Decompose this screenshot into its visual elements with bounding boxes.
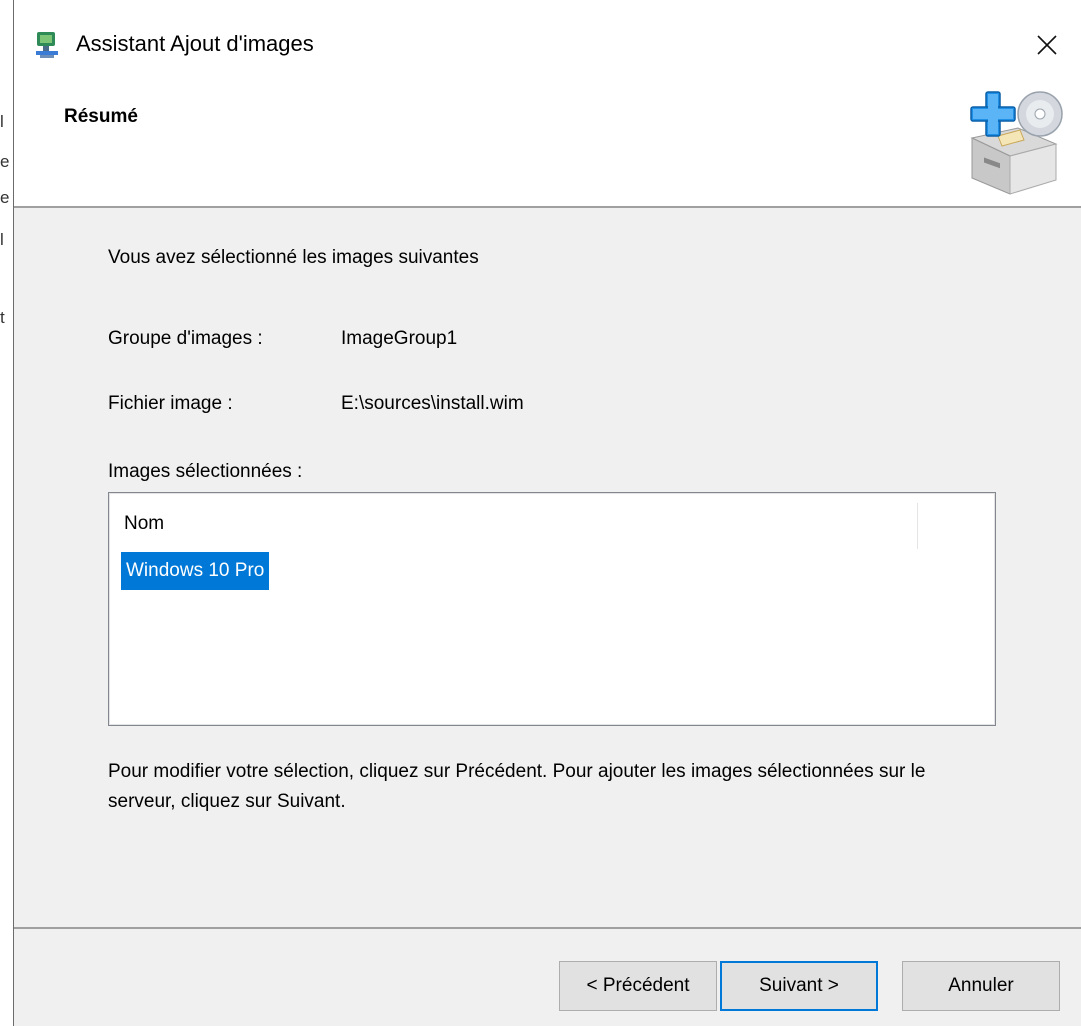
background-window-fragment: l: [0, 112, 4, 131]
wds-server-icon: [36, 32, 58, 58]
column-header-name[interactable]: Nom: [109, 493, 917, 549]
background-window-fragment: e: [0, 152, 10, 171]
next-button[interactable]: Suivant >: [720, 961, 878, 1011]
list-item-selected[interactable]: Windows 10 Pro: [121, 552, 270, 590]
close-icon: [1037, 35, 1057, 55]
close-button[interactable]: [1013, 18, 1081, 72]
image-file-value: E:\sources\install.wim: [341, 393, 524, 414]
add-image-archive-icon: [970, 91, 1063, 195]
image-group-label: Groupe d'images :: [108, 328, 263, 349]
add-images-wizard-dialog: Assistant Ajout d'images Résumé Vous ave…: [14, 0, 1081, 1026]
title-bar[interactable]: Assistant Ajout d'images: [14, 0, 1081, 88]
page-title: Résumé: [64, 106, 138, 127]
wizard-header: Résumé: [14, 88, 1081, 206]
header-separator: [14, 206, 1081, 208]
column-divider[interactable]: [917, 503, 918, 549]
cancel-button[interactable]: Annuler: [902, 961, 1060, 1011]
image-file-label: Fichier image :: [108, 393, 233, 414]
column-header-label: Nom: [124, 513, 165, 534]
summary-intro-text: Vous avez sélectionné les images suivant…: [108, 247, 479, 268]
background-window-fragment: l: [0, 230, 4, 249]
previous-button[interactable]: < Précédent: [559, 961, 717, 1011]
selected-images-label: Images sélectionnées :: [108, 461, 303, 482]
image-group-value: ImageGroup1: [341, 328, 458, 349]
background-window-fragment: e: [0, 188, 10, 207]
background-window-fragment: t: [0, 308, 5, 327]
selected-images-list[interactable]: Nom Windows 10 Pro: [108, 492, 996, 726]
instructions-text: Pour modifier votre sélection, cliquez s…: [108, 761, 926, 812]
window-title: Assistant Ajout d'images: [76, 31, 314, 56]
footer-separator: [14, 927, 1081, 929]
